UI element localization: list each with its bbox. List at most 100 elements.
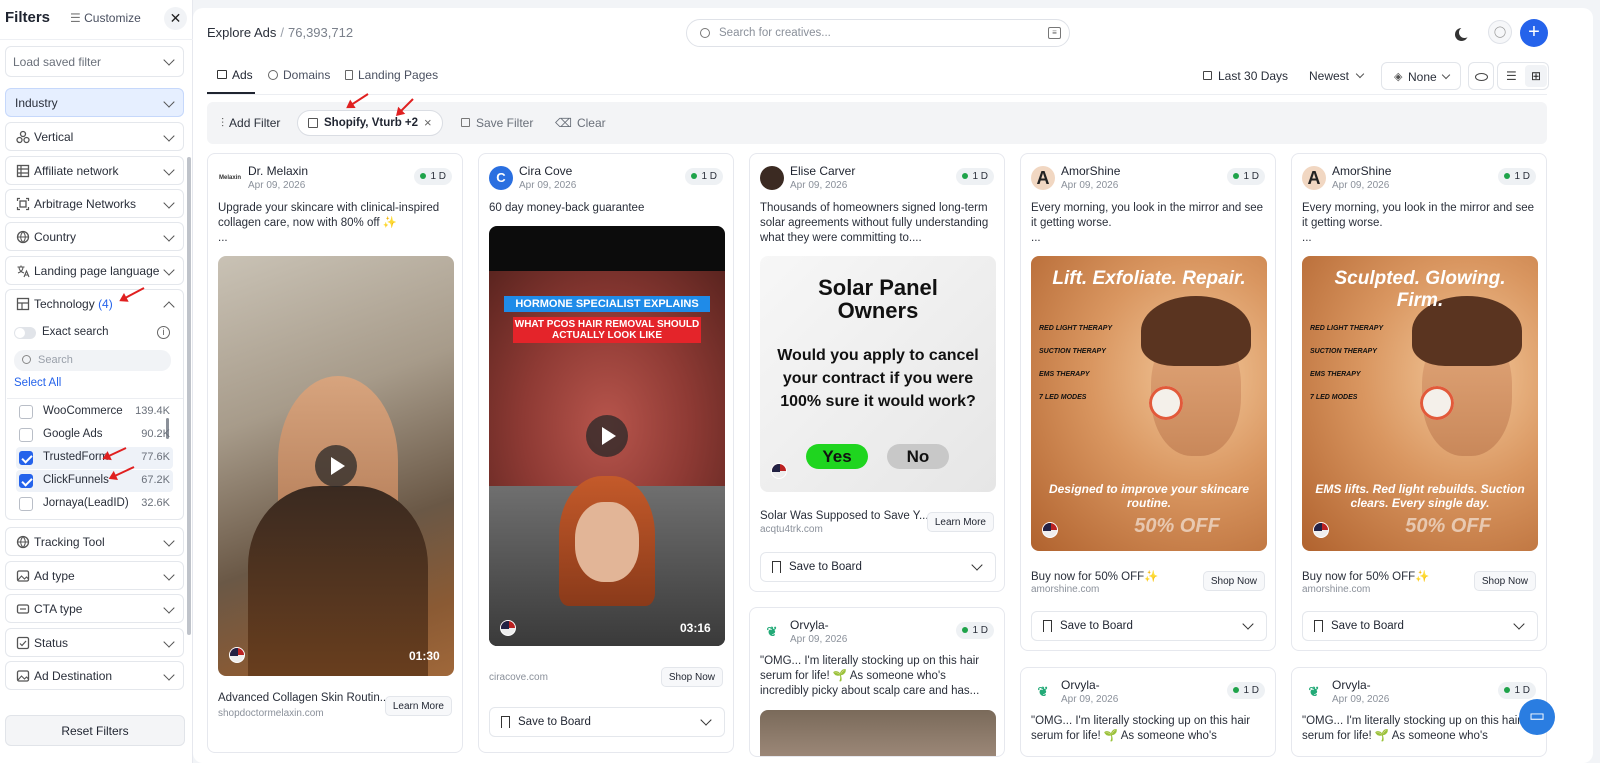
ad-card[interactable]: Elise Carver Apr 09, 2026 1 D Thousands … [749,153,1005,592]
ad-domain[interactable]: amorshine.com [1302,584,1370,595]
ad-card[interactable]: A AmorShine Apr 09, 2026 1 D Every morni… [1291,153,1547,651]
checkbox[interactable] [19,405,33,419]
chevron-down-icon [1356,69,1365,79]
save-to-board-label: Save to Board [1060,620,1133,632]
search-input[interactable]: Search for creatives... ≡ [686,19,1070,47]
ad-headline: Buy now for 50% OFF✨ [1302,571,1430,583]
avatar[interactable]: ◯ [1488,20,1512,44]
tech-item-trustedform[interactable]: TrustedForm 77.6K [16,447,173,469]
close-icon[interactable]: × [424,115,432,130]
ad-card[interactable]: A AmorShine Apr 09, 2026 1 D Every morni… [1020,153,1276,651]
checkbox[interactable] [19,428,33,442]
filter-ad-destination[interactable]: Ad Destination [5,661,184,690]
clear-button[interactable]: ⌫ Clear [555,116,606,130]
sort-select[interactable]: Newest [1309,69,1365,83]
search-settings-icon[interactable]: ≡ [1048,27,1061,39]
tab-landing-pages[interactable]: Landing Pages [345,68,438,82]
add-filter-button[interactable]: ⫶ Add Filter [221,116,280,131]
tab-label: Domains [283,68,331,82]
play-icon[interactable] [586,415,628,457]
filter-label: Industry [15,96,58,110]
tab-domains[interactable]: Domains [268,68,330,82]
filter-landing-page-language[interactable]: Landing page language [5,256,184,285]
ad-image[interactable] [760,710,996,756]
checkbox[interactable] [19,497,33,511]
customize-button[interactable]: ☰ Customize [70,11,141,25]
filter-cta-type[interactable]: CTA type [5,594,184,623]
checkbox-checked[interactable] [19,474,33,488]
ad-date: Apr 09, 2026 [790,180,848,191]
chat-icon[interactable]: ▭ [1519,699,1555,735]
add-icon[interactable]: + [1520,19,1548,47]
select-all-link[interactable]: Select All [14,377,61,389]
ad-card[interactable]: ❦ Orvyla- Apr 09, 2026 1 D "OMG... I'm l… [1020,667,1276,757]
info-icon[interactable]: i [157,326,170,339]
checkbox-checked[interactable] [19,451,33,465]
ad-image[interactable]: Solar Panel Owners Would you apply to ca… [760,256,996,492]
save-to-board-button[interactable]: Save to Board [760,552,996,582]
ad-image[interactable]: Sculpted. Glowing. Firm. RED LIGHT THERA… [1302,256,1538,551]
ad-card[interactable]: ❦ Orvyla- Apr 09, 2026 1 D "OMG... I'm l… [1291,667,1547,757]
date-range-select[interactable]: Last 30 Days [1203,69,1288,83]
image-icon [217,70,227,79]
date-range-label: Last 30 Days [1218,69,1289,83]
feature-label: EMS THERAPY [1039,371,1090,378]
tech-item-clickfunnels[interactable]: ClickFunnels 67.2K [16,470,173,492]
tech-item-google-ads[interactable]: Google Ads 90.2K [16,424,173,446]
filter-country[interactable]: Country [5,222,184,251]
save-filter-button[interactable]: Save Filter [461,116,533,130]
save-to-board-button[interactable]: Save to Board [1302,611,1538,641]
image-tagline: EMS lifts. Red light rebuilds. Suction c… [1315,482,1525,510]
save-to-board-button[interactable]: Save to Board [1031,611,1267,641]
filter-label: Country [34,230,77,244]
ad-card[interactable]: C Cira Cove Apr 09, 2026 1 D 60 day mone… [478,153,734,753]
filter-industry[interactable]: Industry [5,88,184,117]
saved-filter-select[interactable]: Load saved filter [5,46,184,77]
grid-view-icon[interactable]: ⊞ [1525,65,1547,87]
filter-technology: Technology (4) Exact search i Search Sel… [5,289,184,520]
filter-affiliate-network[interactable]: Affiliate network [5,156,184,185]
us-flag-icon [1313,522,1329,538]
filter-vertical[interactable]: Vertical [5,122,184,151]
ad-domain[interactable]: acqtu4trk.com [760,524,823,535]
save-to-board-button[interactable]: Save to Board [489,707,725,737]
filter-ad-type[interactable]: Ad type [5,561,184,590]
ad-video[interactable]: HORMONE SPECIALIST EXPLAINS WHAT PCOS HA… [489,226,725,646]
cta-button[interactable]: Shop Now [660,667,723,687]
cta-button[interactable]: Shop Now [1202,571,1265,591]
filter-tracking-tool[interactable]: Tracking Tool [5,527,184,556]
ad-card[interactable]: Melaxin Dr. Melaxin Apr 09, 2026 1 D Upg… [207,153,463,753]
tech-item-woocommerce[interactable]: WooCommerce 139.4K [16,401,173,423]
ad-date: Apr 09, 2026 [519,180,577,191]
exact-search-toggle[interactable] [14,327,36,339]
bookmark-icon [501,716,510,728]
ad-video[interactable]: 01:30 [218,256,454,676]
close-icon[interactable]: ✕ [164,7,187,30]
ad-domain[interactable]: amorshine.com [1031,584,1099,595]
moon-icon[interactable] [1459,27,1470,38]
group-select[interactable]: ◈ None [1381,62,1461,90]
customize-label: Customize [84,11,141,25]
search-icon [700,28,710,38]
ad-card[interactable]: ❦ Orvyla- Apr 09, 2026 1 D "OMG... I'm l… [749,607,1005,757]
ad-image[interactable]: Lift. Exfoliate. Repair. RED LIGHT THERA… [1031,256,1267,551]
sidebar-scrollbar[interactable] [187,157,191,635]
technology-search-input[interactable]: Search [14,350,171,371]
visibility-button[interactable] [1468,62,1494,90]
ad-domain[interactable]: shopdoctormelaxin.com [218,708,324,719]
cta-button[interactable]: Shop Now [1473,571,1536,591]
cta-button[interactable]: Learn More [384,696,452,716]
tech-item-jornaya[interactable]: Jornaya(LeadID) 32.6K [16,493,173,515]
cta-button[interactable]: Learn More [926,512,994,532]
play-icon[interactable] [315,445,357,487]
ad-domain[interactable]: ciracove.com [489,672,548,683]
search-placeholder: Search [38,354,73,366]
active-filter-chip[interactable]: Shopify, Vturb +2 × [297,110,443,136]
clear-label: Clear [576,116,606,130]
tab-ads[interactable]: Ads [217,68,253,82]
filter-arbitrage-networks[interactable]: Arbitrage Networks [5,189,184,218]
list-view-icon[interactable]: ☰ [1506,69,1517,83]
reset-filters-button[interactable]: Reset Filters [5,715,185,746]
technology-header[interactable]: Technology (4) [6,290,183,319]
filter-status[interactable]: Status [5,628,184,657]
